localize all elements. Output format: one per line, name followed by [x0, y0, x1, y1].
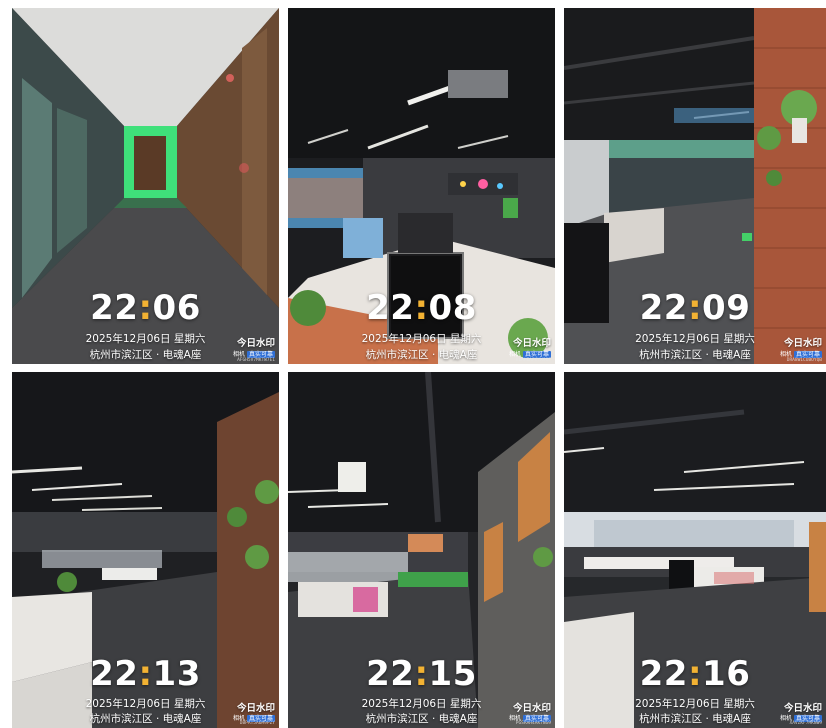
watermark-brand: 今日水印 [783, 338, 822, 349]
photo-time: 22:06 [90, 288, 201, 328]
watermark-code: DRA8W1CUBOYQB [786, 358, 822, 363]
watermark-brand: 今日水印 [512, 703, 551, 714]
photo-tile-desk: 22:08 2025年12月06日 星期六 杭州市滨江区 · 电魂A座 今日水印… [288, 8, 555, 364]
photo-time: 22:15 [366, 654, 477, 694]
watermark-code: XAVZKF7MKNW9 [789, 721, 822, 726]
watermark-brand: 今日水印 [236, 703, 275, 714]
photo-time: 22:09 [639, 288, 751, 328]
verified-tag: 相机 真实可靠 [779, 351, 822, 358]
watermark-brand: 今日水印 [236, 338, 275, 349]
photo-time: 22:13 [90, 654, 201, 694]
watermark-code: AFGH5V7MKTW7E1 [237, 358, 275, 363]
photo-tile-office-floor: 22:16 2025年12月06日 星期六 杭州市滨江区 · 电魂A座 今日水印… [564, 372, 826, 728]
watermark-code: PGSRAH4AK7NG9 [515, 721, 551, 726]
photo-grid: 22:06 2025年12月06日 星期六 杭州市滨江区 · 电魂A座 今日水印… [0, 0, 826, 728]
watermark-code: KLAHEAFCYX9QF [515, 358, 551, 363]
photo-tile-open-office-brick: 22:09 2025年12月06日 星期六 杭州市滨江区 · 电魂A座 今日水印… [564, 8, 826, 364]
photo-tile-dark-office: 22:13 2025年12月06日 星期六 杭州市滨江区 · 电魂A座 今日水印… [12, 372, 279, 728]
verified-tag: 相机 真实可靠 [232, 351, 275, 358]
watermark-brand: 今日水印 [512, 338, 551, 349]
photo-tile-corridor: 22:06 2025年12月06日 星期六 杭州市滨江区 · 电魂A座 今日水印… [12, 8, 279, 364]
photo-tile-aisle: 22:15 2025年12月06日 星期六 杭州市滨江区 · 电魂A座 今日水印… [288, 372, 555, 728]
photo-time: 22:08 [366, 288, 477, 328]
photo-time: 22:16 [639, 654, 751, 694]
verified-tag: 相机 真实可靠 [508, 351, 551, 358]
watermark-brand: 今日水印 [783, 703, 822, 714]
watermark-code: DBPAT5A6M9PZY [239, 721, 275, 726]
